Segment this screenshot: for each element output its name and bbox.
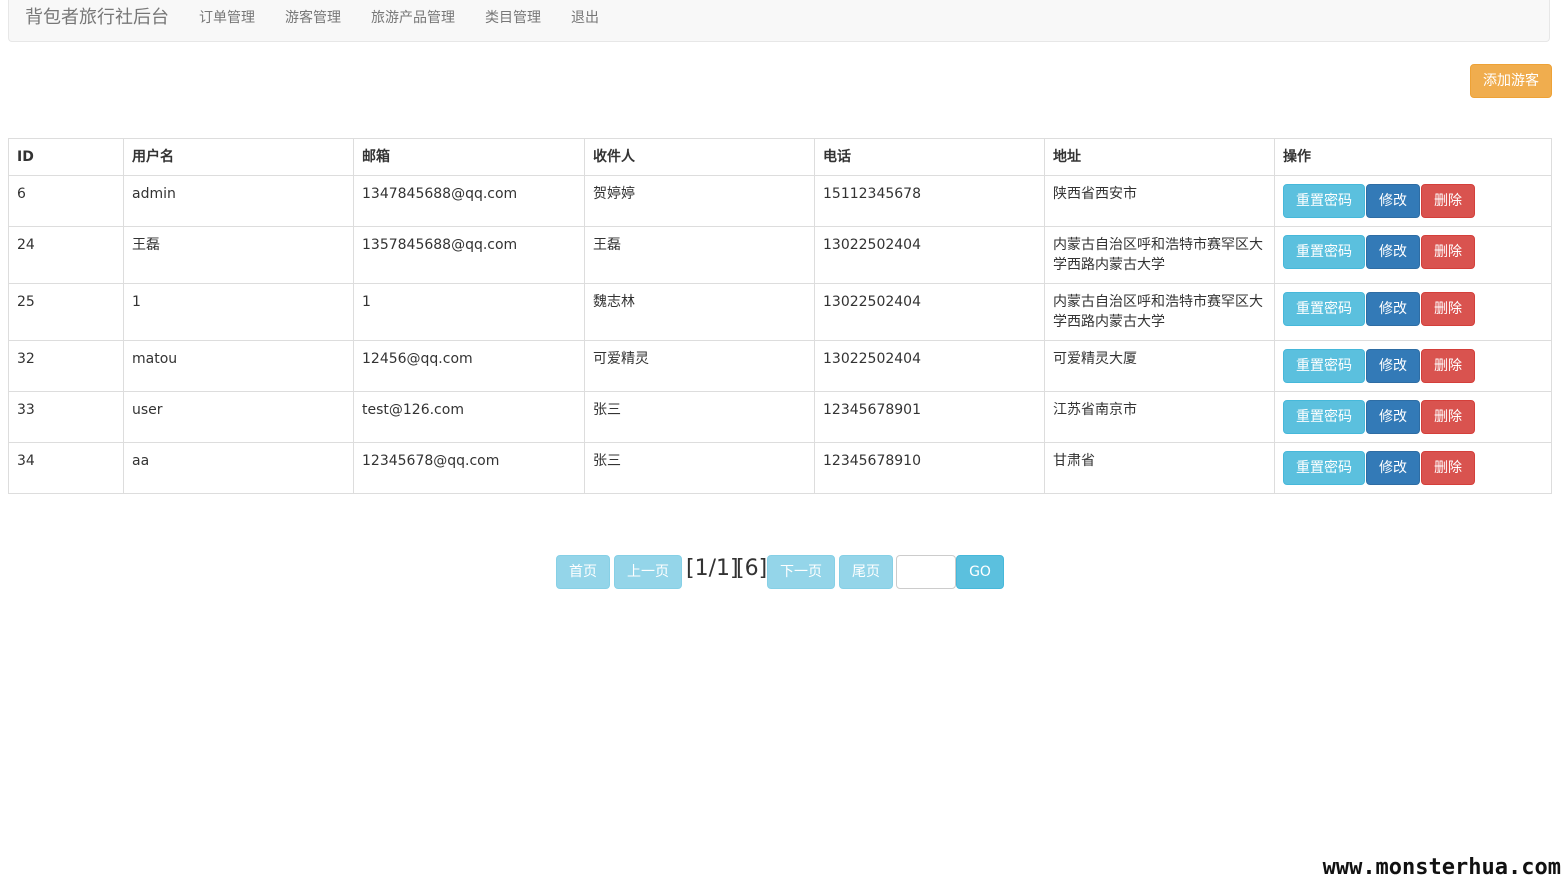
nav-orders[interactable]: 订单管理 xyxy=(199,9,255,27)
cell-recipient: 张三 xyxy=(584,442,815,494)
cell-recipient: 张三 xyxy=(584,391,815,443)
cell-username: 1 xyxy=(123,283,354,341)
cell-actions: 重置密码 修改 删除 xyxy=(1274,226,1552,284)
delete-button[interactable]: 删除 xyxy=(1421,235,1475,269)
table-row: 33 user test@126.com 张三 12345678901 江苏省南京市 重置密… xyxy=(8,391,1552,443)
cell-id: 24 xyxy=(8,226,124,284)
cell-email: 12345678@qq.com xyxy=(353,442,585,494)
cell-email: 1 xyxy=(353,283,585,341)
edit-button[interactable]: 修改 xyxy=(1366,349,1420,383)
reset-password-button[interactable]: 重置密码 xyxy=(1283,292,1365,326)
cell-recipient: 王磊 xyxy=(584,226,815,284)
last-page-button[interactable]: 尾页 xyxy=(839,555,893,589)
table-row: 25 1 1 魏志林 13022502404 内蒙古自治区呼和浩特市赛罕区大学西路内蒙古大… xyxy=(8,283,1552,341)
delete-button[interactable]: 删除 xyxy=(1421,400,1475,434)
reset-password-button[interactable]: 重置密码 xyxy=(1283,235,1365,269)
reset-password-button[interactable]: 重置密码 xyxy=(1283,184,1365,218)
cell-actions: 重置密码 修改 删除 xyxy=(1274,340,1552,392)
col-header-recipient: 收件人 xyxy=(584,138,815,176)
cell-id: 34 xyxy=(8,442,124,494)
cell-email: test@126.com xyxy=(353,391,585,443)
cell-id: 32 xyxy=(8,340,124,392)
col-header-email: 邮箱 xyxy=(353,138,585,176)
cell-username: aa xyxy=(123,442,354,494)
cell-email: 1357845688@qq.com xyxy=(353,226,585,284)
cell-username: user xyxy=(123,391,354,443)
reset-password-button[interactable]: 重置密码 xyxy=(1283,400,1365,434)
go-button[interactable]: GO xyxy=(956,555,1004,589)
table-row: 6 admin 1347845688@qq.com 贺婷婷 15112345678 陕西省… xyxy=(8,175,1552,227)
cell-address: 内蒙古自治区呼和浩特市赛罕区大学西路内蒙古大学 xyxy=(1044,283,1275,341)
table-row: 34 aa 12345678@qq.com 张三 12345678910 甘肃省 重置密码修… xyxy=(8,442,1552,494)
cell-id: 25 xyxy=(8,283,124,341)
edit-button[interactable]: 修改 xyxy=(1366,184,1420,218)
cell-address: 可爱精灵大厦 xyxy=(1044,340,1275,392)
cell-id: 33 xyxy=(8,391,124,443)
cell-phone: 13022502404 xyxy=(814,226,1045,284)
brand-title[interactable]: 背包者旅行社后台 xyxy=(25,6,169,30)
nav-products[interactable]: 旅游产品管理 xyxy=(371,9,455,27)
delete-button[interactable]: 删除 xyxy=(1421,292,1475,326)
page-number-input[interactable] xyxy=(896,555,956,589)
cell-actions: 重置密码 修改 删除 xyxy=(1274,391,1552,443)
edit-button[interactable]: 修改 xyxy=(1366,235,1420,269)
cell-username: matou xyxy=(123,340,354,392)
table-header-row: ID 用户名 邮箱 收件人 电话 地址 操作 xyxy=(8,138,1552,176)
add-tourist-button[interactable]: 添加游客 xyxy=(1470,64,1552,98)
cell-phone: 12345678901 xyxy=(814,391,1045,443)
cell-actions: 重置密码 修改 删除 xyxy=(1274,442,1552,494)
nav-logout[interactable]: 退出 xyxy=(571,9,599,27)
delete-button[interactable]: 删除 xyxy=(1421,349,1475,383)
delete-button[interactable]: 删除 xyxy=(1421,184,1475,218)
watermark-text: www.monsterhua.com xyxy=(1322,855,1561,880)
table-row: 24 王磊 1357845688@qq.com 王磊 13022502404 内蒙古自治区… xyxy=(8,226,1552,284)
cell-actions: 重置密码 修改 删除 xyxy=(1274,283,1552,341)
cell-email: 1347845688@qq.com xyxy=(353,175,585,227)
col-header-address: 地址 xyxy=(1044,138,1275,176)
cell-phone: 15112345678 xyxy=(814,175,1045,227)
page-info: [1/1] xyxy=(686,556,739,581)
cell-email: 12456@qq.com xyxy=(353,340,585,392)
cell-username: admin xyxy=(123,175,354,227)
nav-tourists[interactable]: 游客管理 xyxy=(285,9,341,27)
total-count: [6] xyxy=(736,556,768,581)
cell-address: 陕西省西安市 xyxy=(1044,175,1275,227)
cell-address: 江苏省南京市 xyxy=(1044,391,1275,443)
prev-page-button[interactable]: 上一页 xyxy=(614,555,682,589)
nav-categories[interactable]: 类目管理 xyxy=(485,9,541,27)
table-row: 32 matou 12456@qq.com 可爱精灵 13022502404 可爱精灵大厦… xyxy=(8,340,1552,392)
tourist-table: ID 用户名 邮箱 收件人 电话 地址 操作 6 admin 1347845688@… xyxy=(8,138,1552,494)
cell-actions: 重置密码 修改 删除 xyxy=(1274,175,1552,227)
col-header-username: 用户名 xyxy=(123,138,354,176)
top-navbar: 背包者旅行社后台 订单管理 游客管理 旅游产品管理 类目管理 退出 xyxy=(8,0,1550,42)
col-header-phone: 电话 xyxy=(814,138,1045,176)
cell-phone: 12345678910 xyxy=(814,442,1045,494)
cell-recipient: 魏志林 xyxy=(584,283,815,341)
edit-button[interactable]: 修改 xyxy=(1366,400,1420,434)
edit-button[interactable]: 修改 xyxy=(1366,451,1420,485)
cell-address: 甘肃省 xyxy=(1044,442,1275,494)
cell-username: 王磊 xyxy=(123,226,354,284)
reset-password-button[interactable]: 重置密码 xyxy=(1283,451,1365,485)
cell-id: 6 xyxy=(8,175,124,227)
cell-recipient: 可爱精灵 xyxy=(584,340,815,392)
col-header-actions: 操作 xyxy=(1274,138,1552,176)
col-header-id: ID xyxy=(8,138,124,176)
cell-phone: 13022502404 xyxy=(814,283,1045,341)
edit-button[interactable]: 修改 xyxy=(1366,292,1420,326)
next-page-button[interactable]: 下一页 xyxy=(767,555,835,589)
reset-password-button[interactable]: 重置密码 xyxy=(1283,349,1365,383)
cell-phone: 13022502404 xyxy=(814,340,1045,392)
first-page-button[interactable]: 首页 xyxy=(556,555,610,589)
cell-recipient: 贺婷婷 xyxy=(584,175,815,227)
delete-button[interactable]: 删除 xyxy=(1421,451,1475,485)
cell-address: 内蒙古自治区呼和浩特市赛罕区大学西路内蒙古大学 xyxy=(1044,226,1275,284)
